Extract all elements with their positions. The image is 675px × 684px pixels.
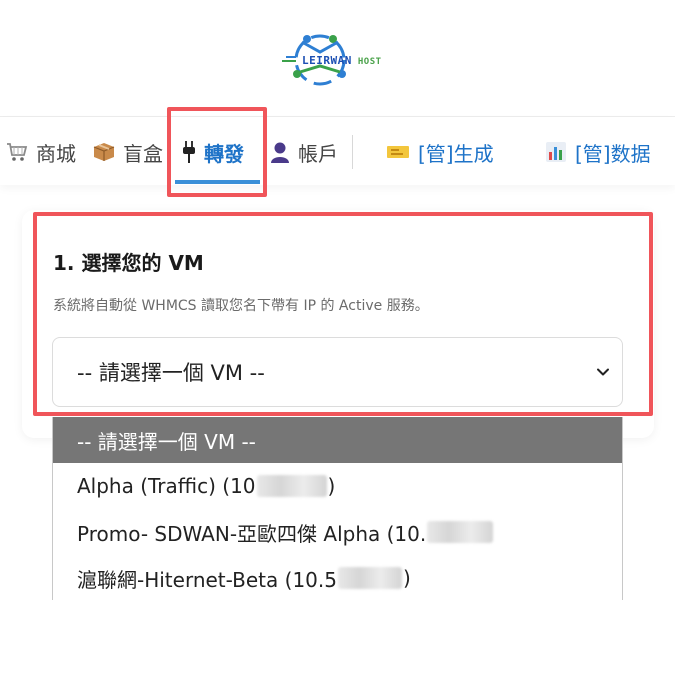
nav-item-admin-data[interactable]: [管]数据 bbox=[545, 137, 651, 167]
user-icon bbox=[270, 141, 290, 163]
vm-option[interactable]: Promo- SDWAN-亞歐四傑 Alpha (10. bbox=[53, 509, 622, 555]
option-label: Alpha (Traffic) (10 bbox=[77, 474, 256, 498]
tab-highlight-box bbox=[167, 107, 267, 197]
option-label: -- 請選擇一個 VM -- bbox=[77, 429, 256, 454]
nav-item-shop[interactable]: 商城 bbox=[6, 137, 76, 167]
redacted-ip bbox=[427, 521, 494, 543]
option-suffix: ) bbox=[402, 566, 411, 590]
site-header: LEIRWAN HOST bbox=[0, 0, 675, 117]
nav-item-admin-generate[interactable]: [管]生成 bbox=[386, 137, 494, 167]
ticket-icon bbox=[386, 143, 410, 161]
nav-label-account: 帳戶 bbox=[298, 141, 338, 166]
nav-item-blindbox[interactable]: 盲盒 bbox=[93, 137, 163, 167]
nav-label-admin-generate: [管]生成 bbox=[418, 141, 494, 166]
step-description: 系統將自動從 WHMCS 讀取您名下帶有 IP 的 Active 服務。 bbox=[53, 298, 429, 314]
nav-label-blindbox: 盲盒 bbox=[123, 141, 163, 166]
nav-label-admin-data: [管]数据 bbox=[575, 141, 651, 166]
nav-divider bbox=[352, 135, 353, 169]
leirwan-logo[interactable]: LEIRWAN HOST bbox=[280, 30, 385, 90]
shopping-cart-icon bbox=[6, 142, 28, 162]
option-label: 滬聯網-Hiternet-Beta (10.5 bbox=[77, 567, 337, 592]
vm-option[interactable]: 滬聯網-Hiternet-Beta (10.5 ) bbox=[53, 555, 622, 600]
vm-select[interactable]: -- 請選擇一個 VM -- bbox=[52, 337, 623, 407]
logo-text: LEIRWAN HOST bbox=[302, 54, 382, 67]
option-label: Promo- SDWAN-亞歐四傑 Alpha (10. bbox=[77, 521, 427, 546]
redacted-ip bbox=[337, 567, 402, 589]
vm-option[interactable]: Alpha (Traffic) (10 ) bbox=[53, 463, 622, 509]
main-nav: 商城 盲盒 轉發 帳戶 [管]生成 [管]数据 bbox=[0, 117, 675, 185]
chevron-down-icon bbox=[597, 368, 609, 376]
vm-option-placeholder[interactable]: -- 請選擇一個 VM -- bbox=[53, 417, 622, 463]
option-suffix: ) bbox=[327, 474, 336, 498]
nav-label-shop: 商城 bbox=[36, 141, 76, 166]
vm-select-value: -- 請選擇一個 VM -- bbox=[77, 361, 265, 385]
nav-item-account[interactable]: 帳戶 bbox=[270, 137, 338, 167]
step-title: 1. 選擇您的 VM bbox=[53, 251, 204, 275]
redacted-ip bbox=[256, 475, 327, 497]
package-icon bbox=[93, 142, 115, 162]
bar-chart-icon bbox=[545, 141, 567, 163]
vm-dropdown-list: -- 請選擇一個 VM -- Alpha (Traffic) (10 ) Pro… bbox=[52, 417, 623, 600]
